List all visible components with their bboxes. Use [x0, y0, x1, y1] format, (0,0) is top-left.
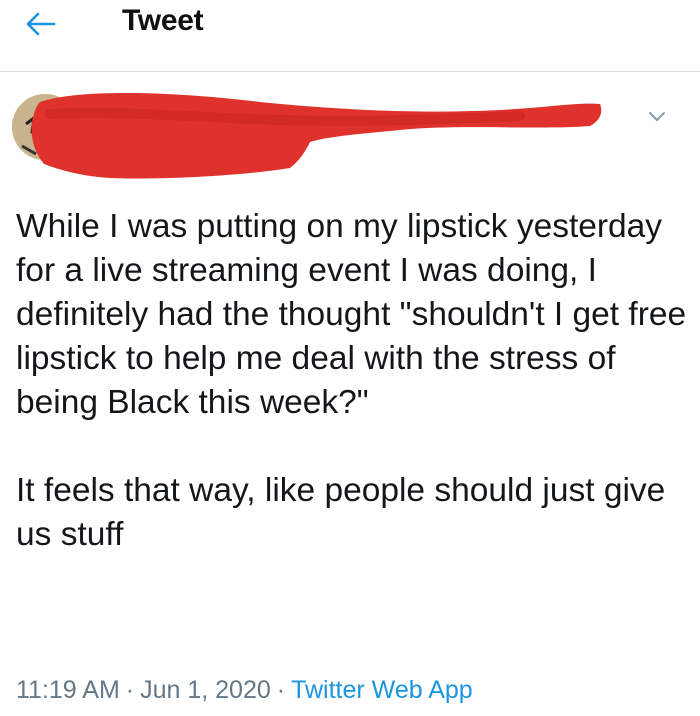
redacted-author-name [31, 92, 602, 179]
top-bar: Tweet [0, 0, 700, 72]
tweet-author [0, 80, 700, 180]
tweet-body: While I was putting on my lipstick yeste… [16, 205, 688, 557]
arrow-left-icon [26, 12, 56, 36]
tweet-menu-button[interactable] [642, 102, 672, 132]
chevron-down-icon [649, 112, 665, 121]
tweet-date[interactable]: Jun 1, 2020 [140, 676, 271, 704]
tweet-paragraph: It feels that way, like people should ju… [16, 472, 666, 553]
tweet-paragraph: While I was putting on my lipstick yeste… [16, 208, 687, 421]
tweet-time[interactable]: 11:19 AM [16, 676, 120, 704]
back-button[interactable] [18, 6, 62, 42]
meta-separator: · [276, 676, 286, 704]
meta-separator: · [125, 676, 135, 704]
tweet-source-link[interactable]: Twitter Web App [291, 676, 473, 704]
page-title: Tweet [122, 4, 204, 37]
tweet-meta: 11:19 AM · Jun 1, 2020 · Twitter Web App [16, 676, 473, 705]
